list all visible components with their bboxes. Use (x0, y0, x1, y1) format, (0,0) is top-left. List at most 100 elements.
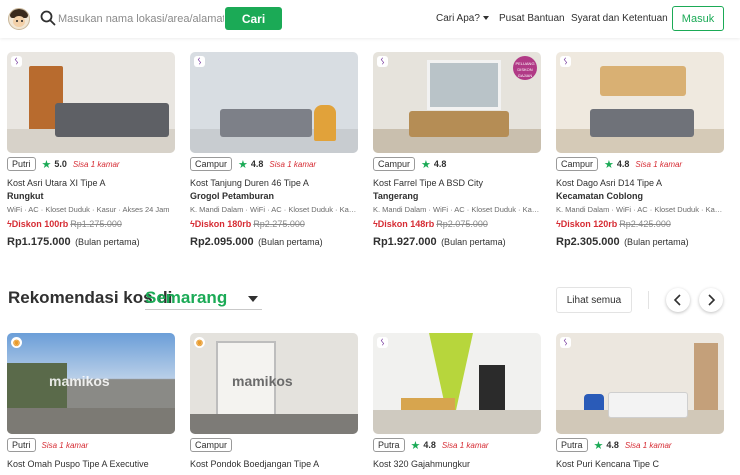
room-availability: Sisa 1 kamar (624, 440, 672, 450)
kost-photo[interactable]: ᛊ (556, 333, 724, 434)
search-input[interactable] (58, 7, 224, 30)
kost-card[interactable]: ᛊ Campur ★ 4.8 Sisa 1 kamar Kost Tanjung… (190, 52, 358, 248)
cari-apa-menu[interactable]: Cari Apa? (436, 13, 489, 24)
pusat-bantuan-link[interactable]: Pusat Bantuan (499, 13, 565, 24)
star-icon: ★ (421, 158, 431, 171)
star-icon: ★ (593, 439, 604, 452)
price-row: Rp2.095.000 (Bulan pertama) (190, 232, 323, 250)
rating-value: 4.8 (616, 159, 630, 169)
kost-meta: Campur (190, 437, 238, 453)
room-availability: Sisa 1 kamar (441, 440, 489, 450)
mamikos-watermark: mamikos (232, 373, 293, 389)
kost-photo[interactable]: ᛊ (373, 333, 541, 434)
kost-card[interactable]: mamikos ◉ Putri Sisa 1 kamar Kost Omah P… (7, 333, 175, 469)
price-row: Rp1.175.000 (Bulan pertama) (7, 232, 140, 250)
promo-seal: PELUANG DISKON GAJIAN (513, 56, 537, 80)
price-period: (Bulan pertama) (624, 237, 689, 247)
discount-row: ϟDiskon 148rb Rp2.075.000 (373, 219, 488, 229)
room-availability: Sisa 1 kamar (635, 159, 683, 169)
price-amount: Rp1.927.000 (373, 236, 437, 248)
mamirooms-badge-icon: ᛊ (560, 56, 571, 67)
kost-photo[interactable]: ᛊ (7, 52, 175, 153)
mamirooms-badge-icon: ᛊ (560, 337, 571, 348)
price-period: (Bulan pertama) (75, 237, 140, 247)
kost-photo[interactable]: ᛊ (556, 52, 724, 153)
discount-row: ϟDiskon 120rb Rp2.425.000 (556, 219, 671, 229)
kost-facilities: K. Mandi Dalam · WiFi · AC · Kloset Dudu… (556, 205, 724, 214)
kost-area: Tangerang (373, 191, 419, 201)
old-price: Rp2.275.000 (253, 219, 305, 229)
old-price: Rp2.425.000 (619, 219, 671, 229)
rating-value: 4.8 (423, 440, 436, 450)
gender-badge: Campur (373, 157, 416, 171)
kost-facilities: WiFi · AC · Kloset Duduk · Kasur · Akses… (7, 205, 170, 214)
room-availability: Sisa 1 kamar (41, 440, 89, 450)
kost-photo[interactable]: mamikos ◉ (7, 333, 175, 434)
carousel-prev-button[interactable] (666, 288, 690, 312)
kost-meta: Putra ★ 4.8 Sisa 1 kamar (373, 437, 489, 453)
price-amount: Rp2.095.000 (190, 236, 254, 248)
star-icon: ★ (410, 439, 421, 452)
kost-facilities: K. Mandi Dalam · WiFi · AC · Kloset Dudu… (373, 205, 541, 214)
kost-name: Kost Asri Utara XI Tipe A (7, 178, 106, 188)
old-price: Rp1.275.000 (70, 219, 122, 229)
kost-meta: Putra ★ 4.8 Sisa 1 kamar (556, 437, 672, 453)
discount-label: Diskon 120rb (560, 219, 618, 229)
kost-name: Kost Farrel Tipe A BSD City (373, 178, 484, 188)
kost-card[interactable]: ᛊ Putri ★ 5.0 Sisa 1 kamar Kost Asri Uta… (7, 52, 175, 248)
mamikos-watermark: mamikos (49, 373, 110, 389)
city-dropdown-value: Semarang (145, 288, 228, 307)
gender-badge: Campur (190, 438, 233, 452)
kost-meta: Campur ★ 4.8 (373, 156, 452, 172)
kost-name: Kost Omah Puspo Tipe A Executive (7, 459, 149, 469)
kost-card[interactable]: ᛊ Campur ★ 4.8 Sisa 1 kamar Kost Dago As… (556, 52, 724, 248)
kost-card[interactable]: ᛊ PELUANG DISKON GAJIAN Campur ★ 4.8 Kos… (373, 52, 541, 248)
divider (648, 291, 649, 309)
caret-down-icon (248, 296, 258, 302)
carousel-next-button[interactable] (699, 288, 723, 312)
city-dropdown[interactable]: Semarang (145, 288, 262, 310)
kost-name: Kost Dago Asri D14 Tipe A (556, 178, 663, 188)
kost-card[interactable]: ᛊ Putra ★ 4.8 Sisa 1 kamar Kost Puri Ken… (556, 333, 724, 469)
kost-name: Kost Pondok Boedjangan Tipe A (190, 459, 320, 469)
cari-apa-label: Cari Apa? (436, 13, 480, 24)
discount-label: Diskon 100rb (11, 219, 69, 229)
mamirooms-badge-icon: ᛊ (11, 56, 22, 67)
kost-meta: Putri ★ 5.0 Sisa 1 kamar (7, 156, 120, 172)
kost-card[interactable]: mamikos ◉ Campur Kost Pondok Boedjangan … (190, 333, 358, 469)
kost-photo[interactable]: ᛊ (190, 52, 358, 153)
rating-value: 4.8 (433, 159, 447, 169)
gender-badge: Putri (7, 438, 36, 452)
gender-badge: Campur (190, 157, 233, 171)
room-availability: Sisa 1 kamar (72, 159, 120, 169)
rating-value: 4.8 (250, 159, 264, 169)
chevron-right-icon (708, 294, 716, 306)
kost-meta: Campur ★ 4.8 Sisa 1 kamar (556, 156, 682, 172)
room-availability: Sisa 1 kamar (269, 159, 317, 169)
star-icon: ★ (41, 158, 52, 171)
rating-value: 5.0 (54, 159, 67, 169)
price-row: Rp1.927.000 (Bulan pertama) (373, 232, 506, 250)
kost-photo[interactable]: mamikos ◉ (190, 333, 358, 434)
masuk-button[interactable]: Masuk (672, 6, 724, 31)
kost-photo[interactable]: ᛊ PELUANG DISKON GAJIAN (373, 52, 541, 153)
rating-value: 4.8 (606, 440, 619, 450)
gender-badge: Putra (373, 438, 405, 452)
kost-name: Kost Puri Kencana Tipe C (556, 459, 660, 469)
price-period: (Bulan pertama) (258, 237, 323, 247)
kost-area: Kecamatan Coblong (556, 191, 644, 201)
kost-area: Grogol Petamburan (190, 191, 275, 201)
kost-card[interactable]: ᛊ Putra ★ 4.8 Sisa 1 kamar Kost 320 Gaja… (373, 333, 541, 469)
syarat-ketentuan-link[interactable]: Syarat dan Ketentuan (571, 13, 668, 24)
gender-badge: Putra (556, 438, 588, 452)
discount-row: ϟDiskon 180rb Rp2.275.000 (190, 219, 305, 229)
search-button[interactable]: Cari (225, 7, 282, 30)
kost-name: Kost Tanjung Duren 46 Tipe A (190, 178, 309, 188)
mamikos-logo[interactable] (8, 8, 30, 30)
verified-badge-icon: ◉ (11, 337, 22, 348)
price-row: Rp2.305.000 (Bulan pertama) (556, 232, 689, 250)
mamirooms-badge-icon: ᛊ (377, 56, 388, 67)
old-price: Rp2.075.000 (436, 219, 488, 229)
discount-row: ϟDiskon 100rb Rp1.275.000 (7, 219, 122, 229)
see-all-button[interactable]: Lihat semua (556, 287, 632, 313)
